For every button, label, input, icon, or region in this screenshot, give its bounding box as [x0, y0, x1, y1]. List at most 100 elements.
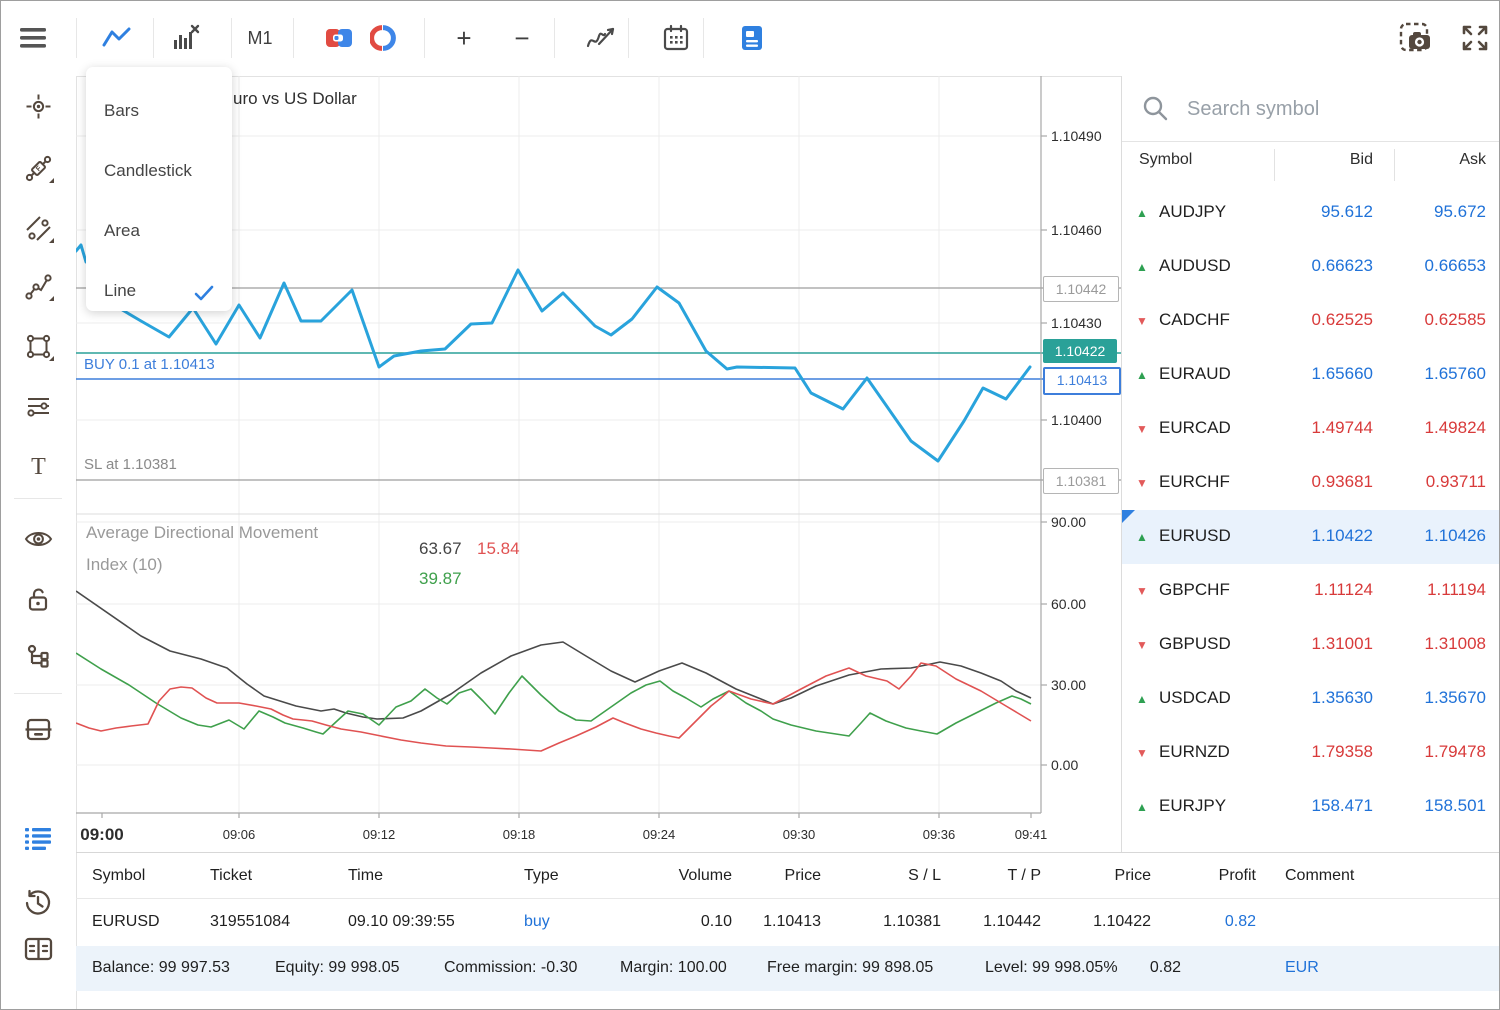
- row-symbol: AUDJPY: [1159, 202, 1226, 222]
- toolbar-divider: [424, 18, 425, 58]
- market-watch-row[interactable]: ▼ EURNZD 1.79358 1.79478: [1122, 726, 1500, 780]
- zoom-in-button[interactable]: +: [445, 19, 483, 57]
- position-price-open: 1.10413: [721, 913, 821, 931]
- print-button[interactable]: [19, 710, 57, 748]
- chart-canvas[interactable]: [76, 76, 1121, 851]
- submenu-corner-icon: [49, 238, 54, 243]
- indicators-button[interactable]: [582, 19, 620, 57]
- journal-tab-button[interactable]: [19, 930, 57, 968]
- text-tool-button[interactable]: T: [19, 447, 57, 485]
- menu-item-bars[interactable]: Bars: [86, 81, 232, 141]
- mw-header-ask[interactable]: Ask: [1406, 151, 1486, 169]
- positions-header-volume[interactable]: Volume: [612, 867, 732, 885]
- row-symbol: GBPCHF: [1159, 580, 1230, 600]
- fullscreen-button[interactable]: [1456, 19, 1494, 57]
- toolbar-divider: [153, 18, 154, 58]
- drawing-tools-sidebar: F: [1, 76, 77, 1010]
- positions-header-price-open[interactable]: Price: [721, 867, 821, 885]
- direction-icon: ▼: [1136, 315, 1148, 327]
- indicator-wave-icon: [585, 24, 617, 52]
- position-time: 09.10 09:39:55: [348, 913, 455, 931]
- market-watch-row[interactable]: ▼ GBPUSD 1.31001 1.31008: [1122, 618, 1500, 672]
- row-bid: 1.31001: [1253, 634, 1373, 654]
- levels-tool-button[interactable]: [19, 387, 57, 425]
- donut-gauge-icon: [370, 25, 396, 51]
- row-bid: 0.93681: [1253, 472, 1373, 492]
- positions-header-tp[interactable]: T / P: [941, 867, 1041, 885]
- market-watch-row[interactable]: ▲ EURAUD 1.65660 1.65760: [1122, 348, 1500, 402]
- polyline-tool-button[interactable]: [19, 267, 57, 305]
- economic-calendar-button[interactable]: [657, 19, 695, 57]
- chart-type-menu: Bars Candlestick Area Line: [86, 67, 232, 311]
- channel-tool-button[interactable]: [19, 209, 57, 247]
- positions-header-sl[interactable]: S / L: [841, 867, 941, 885]
- market-watch-row[interactable]: ▲ EURJPY 158.471 158.501: [1122, 780, 1500, 834]
- fibonacci-tool-button[interactable]: F: [19, 149, 57, 187]
- buy-price-badge: 1.10413: [1043, 367, 1121, 395]
- row-bid: 1.10422: [1253, 526, 1373, 546]
- direction-icon: ▲: [1136, 369, 1148, 381]
- screenshot-button[interactable]: [1397, 19, 1435, 57]
- market-watch-row[interactable]: ▲ USDCAD 1.35630 1.35670: [1122, 672, 1500, 726]
- polyline-icon: [25, 273, 52, 300]
- market-watch-row[interactable]: ▼ EURCAD 1.49744 1.49824: [1122, 402, 1500, 456]
- price-axis-tick: 1.10400: [1051, 412, 1102, 428]
- market-watch-row[interactable]: ▼ GBPCHF 1.11124 1.11194: [1122, 564, 1500, 618]
- row-symbol: EURAUD: [1159, 364, 1231, 384]
- journal-book-icon: [24, 937, 53, 961]
- market-watch-row-selected[interactable]: ▲ EURUSD 1.10422 1.10426: [1122, 510, 1500, 564]
- toolbar-divider: [554, 18, 555, 58]
- history-tab-button[interactable]: [19, 884, 57, 922]
- market-watch-row[interactable]: ▼ EURCHF 0.93681 0.93711: [1122, 456, 1500, 510]
- mw-header-symbol[interactable]: Symbol: [1139, 151, 1192, 169]
- buy-position-label: BUY 0.1 at 1.10413: [84, 356, 215, 373]
- time-axis-tick: 09:30: [783, 827, 816, 842]
- terminal-window: M1 + −: [0, 0, 1500, 1010]
- positions-header-comment[interactable]: Comment: [1285, 867, 1354, 885]
- submenu-corner-icon: [49, 296, 54, 301]
- shapes-tool-button[interactable]: [19, 327, 57, 365]
- mw-header-bid[interactable]: Bid: [1293, 151, 1373, 169]
- menu-hamburger-button[interactable]: [14, 19, 52, 57]
- news-button[interactable]: [733, 19, 771, 57]
- minus-icon: −: [514, 25, 529, 51]
- chart-type-button[interactable]: [98, 19, 136, 57]
- search-input[interactable]: [1185, 92, 1479, 126]
- positions-header-symbol[interactable]: Symbol: [92, 867, 145, 885]
- chart-title: uro vs US Dollar: [233, 89, 357, 109]
- menu-item-line[interactable]: Line: [86, 261, 232, 321]
- depth-of-market-button[interactable]: [364, 19, 402, 57]
- positions-header-time[interactable]: Time: [348, 867, 383, 885]
- market-watch-row[interactable]: ▲ AUDUSD 0.66623 0.66653: [1122, 240, 1500, 294]
- row-bid: 0.62525: [1253, 310, 1373, 330]
- market-watch-row[interactable]: ▲ AUDJPY 95.612 95.672: [1122, 186, 1500, 240]
- object-visibility-button[interactable]: [19, 520, 57, 558]
- menu-item-area[interactable]: Area: [86, 201, 232, 261]
- positions-header-ticket[interactable]: Ticket: [210, 867, 252, 885]
- indicator-axis-tick: 90.00: [1051, 514, 1086, 530]
- row-bid: 1.11124: [1253, 580, 1373, 600]
- positions-header-type[interactable]: Type: [524, 867, 559, 885]
- positions-header-price-current[interactable]: Price: [1051, 867, 1151, 885]
- toolbar-divider: [231, 18, 232, 58]
- position-row[interactable]: EURUSD 319551084 09.10 09:39:55 buy 0.10…: [76, 899, 1500, 945]
- one-click-trading-button[interactable]: [320, 19, 358, 57]
- lock-objects-button[interactable]: [19, 580, 57, 618]
- remove-indicator-button[interactable]: [167, 19, 205, 57]
- positions-header-profit[interactable]: Profit: [1156, 867, 1256, 885]
- row-ask: 1.49824: [1368, 418, 1486, 438]
- mw-header-divider: [1274, 149, 1275, 181]
- time-axis-tick: 09:12: [363, 827, 396, 842]
- zoom-out-button[interactable]: −: [503, 19, 541, 57]
- row-symbol: USDCAD: [1159, 688, 1231, 708]
- news-document-icon: [739, 24, 765, 52]
- trade-tab-button[interactable]: [19, 820, 57, 858]
- menu-item-candlestick[interactable]: Candlestick: [86, 141, 232, 201]
- timeframe-button[interactable]: M1: [241, 19, 279, 57]
- object-list-button[interactable]: [19, 637, 57, 675]
- crosshair-tool-button[interactable]: [19, 87, 57, 125]
- trade-list-icon: [24, 827, 52, 851]
- shape-rectangle-icon: [25, 333, 52, 360]
- market-watch-row[interactable]: ▼ CADCHF 0.62525 0.62585: [1122, 294, 1500, 348]
- time-axis-tick: 09:41: [1015, 827, 1048, 842]
